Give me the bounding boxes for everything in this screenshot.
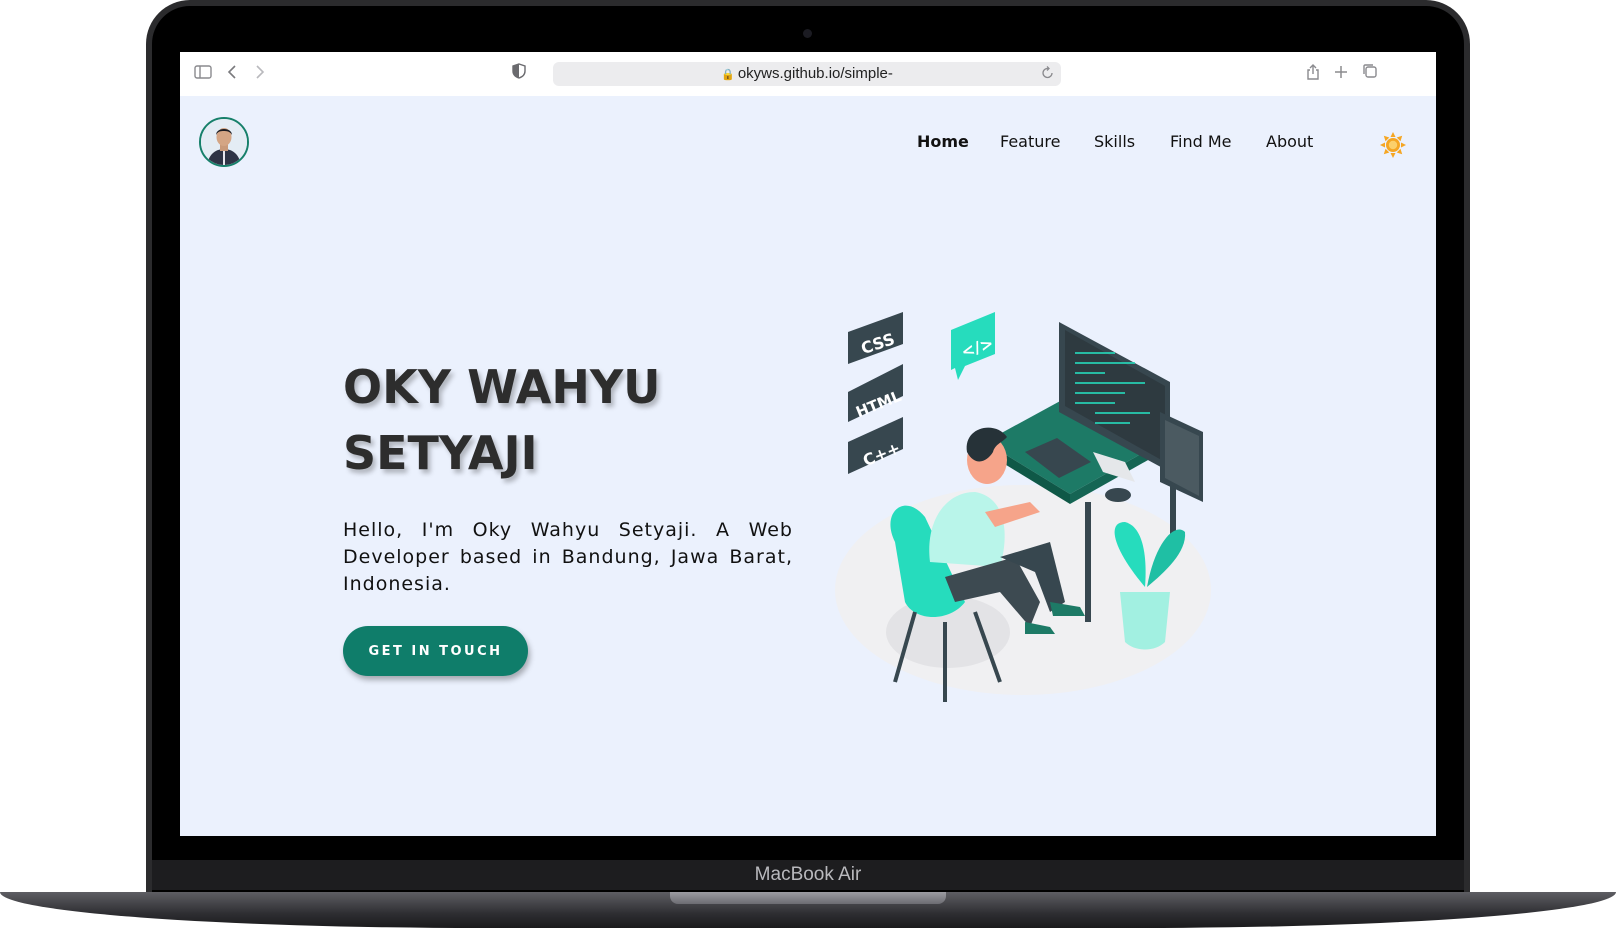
model-label: MacBook Air [754, 864, 862, 885]
sun-icon[interactable] [1379, 131, 1407, 159]
hero-title-line1: OKY WAHYU [343, 360, 661, 414]
nav-find-me[interactable]: Find Me [1170, 132, 1232, 151]
url-text: okyws.github.io/simple- [737, 65, 893, 82]
nav-feature[interactable]: Feature [1000, 132, 1060, 151]
back-icon[interactable] [227, 63, 237, 85]
css-tag: CSS [848, 312, 903, 364]
laptop-frame: 🔒 okyws.github.io/simple- Home Feature S… [0, 0, 1616, 928]
new-tab-icon[interactable] [1334, 63, 1348, 85]
developer-illustration: CSS HTML C++ </> [835, 302, 1235, 712]
cpp-tag: C++ [848, 417, 903, 474]
get-in-touch-button[interactable]: GET IN TOUCH [343, 626, 528, 676]
address-bar[interactable]: 🔒 okyws.github.io/simple- [553, 62, 1061, 86]
tabs-overview-icon[interactable] [1362, 63, 1378, 85]
avatar[interactable] [199, 117, 249, 167]
hero-title: OKY WAHYU SETYAJI [343, 354, 763, 486]
code-bubble: </> [951, 312, 996, 380]
share-icon[interactable] [1306, 63, 1320, 87]
nav-skills[interactable]: Skills [1094, 132, 1135, 151]
sidebar-icon[interactable] [194, 63, 212, 85]
lid-notch [670, 892, 946, 904]
browser-toolbar: 🔒 okyws.github.io/simple- [180, 52, 1436, 96]
lock-icon: 🔒 [721, 69, 735, 81]
browser-window: 🔒 okyws.github.io/simple- Home Feature S… [180, 52, 1436, 836]
hero-title-line2: SETYAJI [343, 426, 538, 480]
forward-icon[interactable] [255, 63, 265, 85]
nav-home[interactable]: Home [917, 132, 969, 151]
hero-description: Hello, I'm Oky Wahyu Setyaji. A Web Deve… [343, 519, 793, 595]
nav-about[interactable]: About [1266, 132, 1313, 151]
html-tag: HTML [848, 364, 904, 422]
shield-icon[interactable] [512, 63, 526, 85]
camera-dot [803, 29, 812, 38]
reload-icon[interactable] [1041, 64, 1055, 86]
